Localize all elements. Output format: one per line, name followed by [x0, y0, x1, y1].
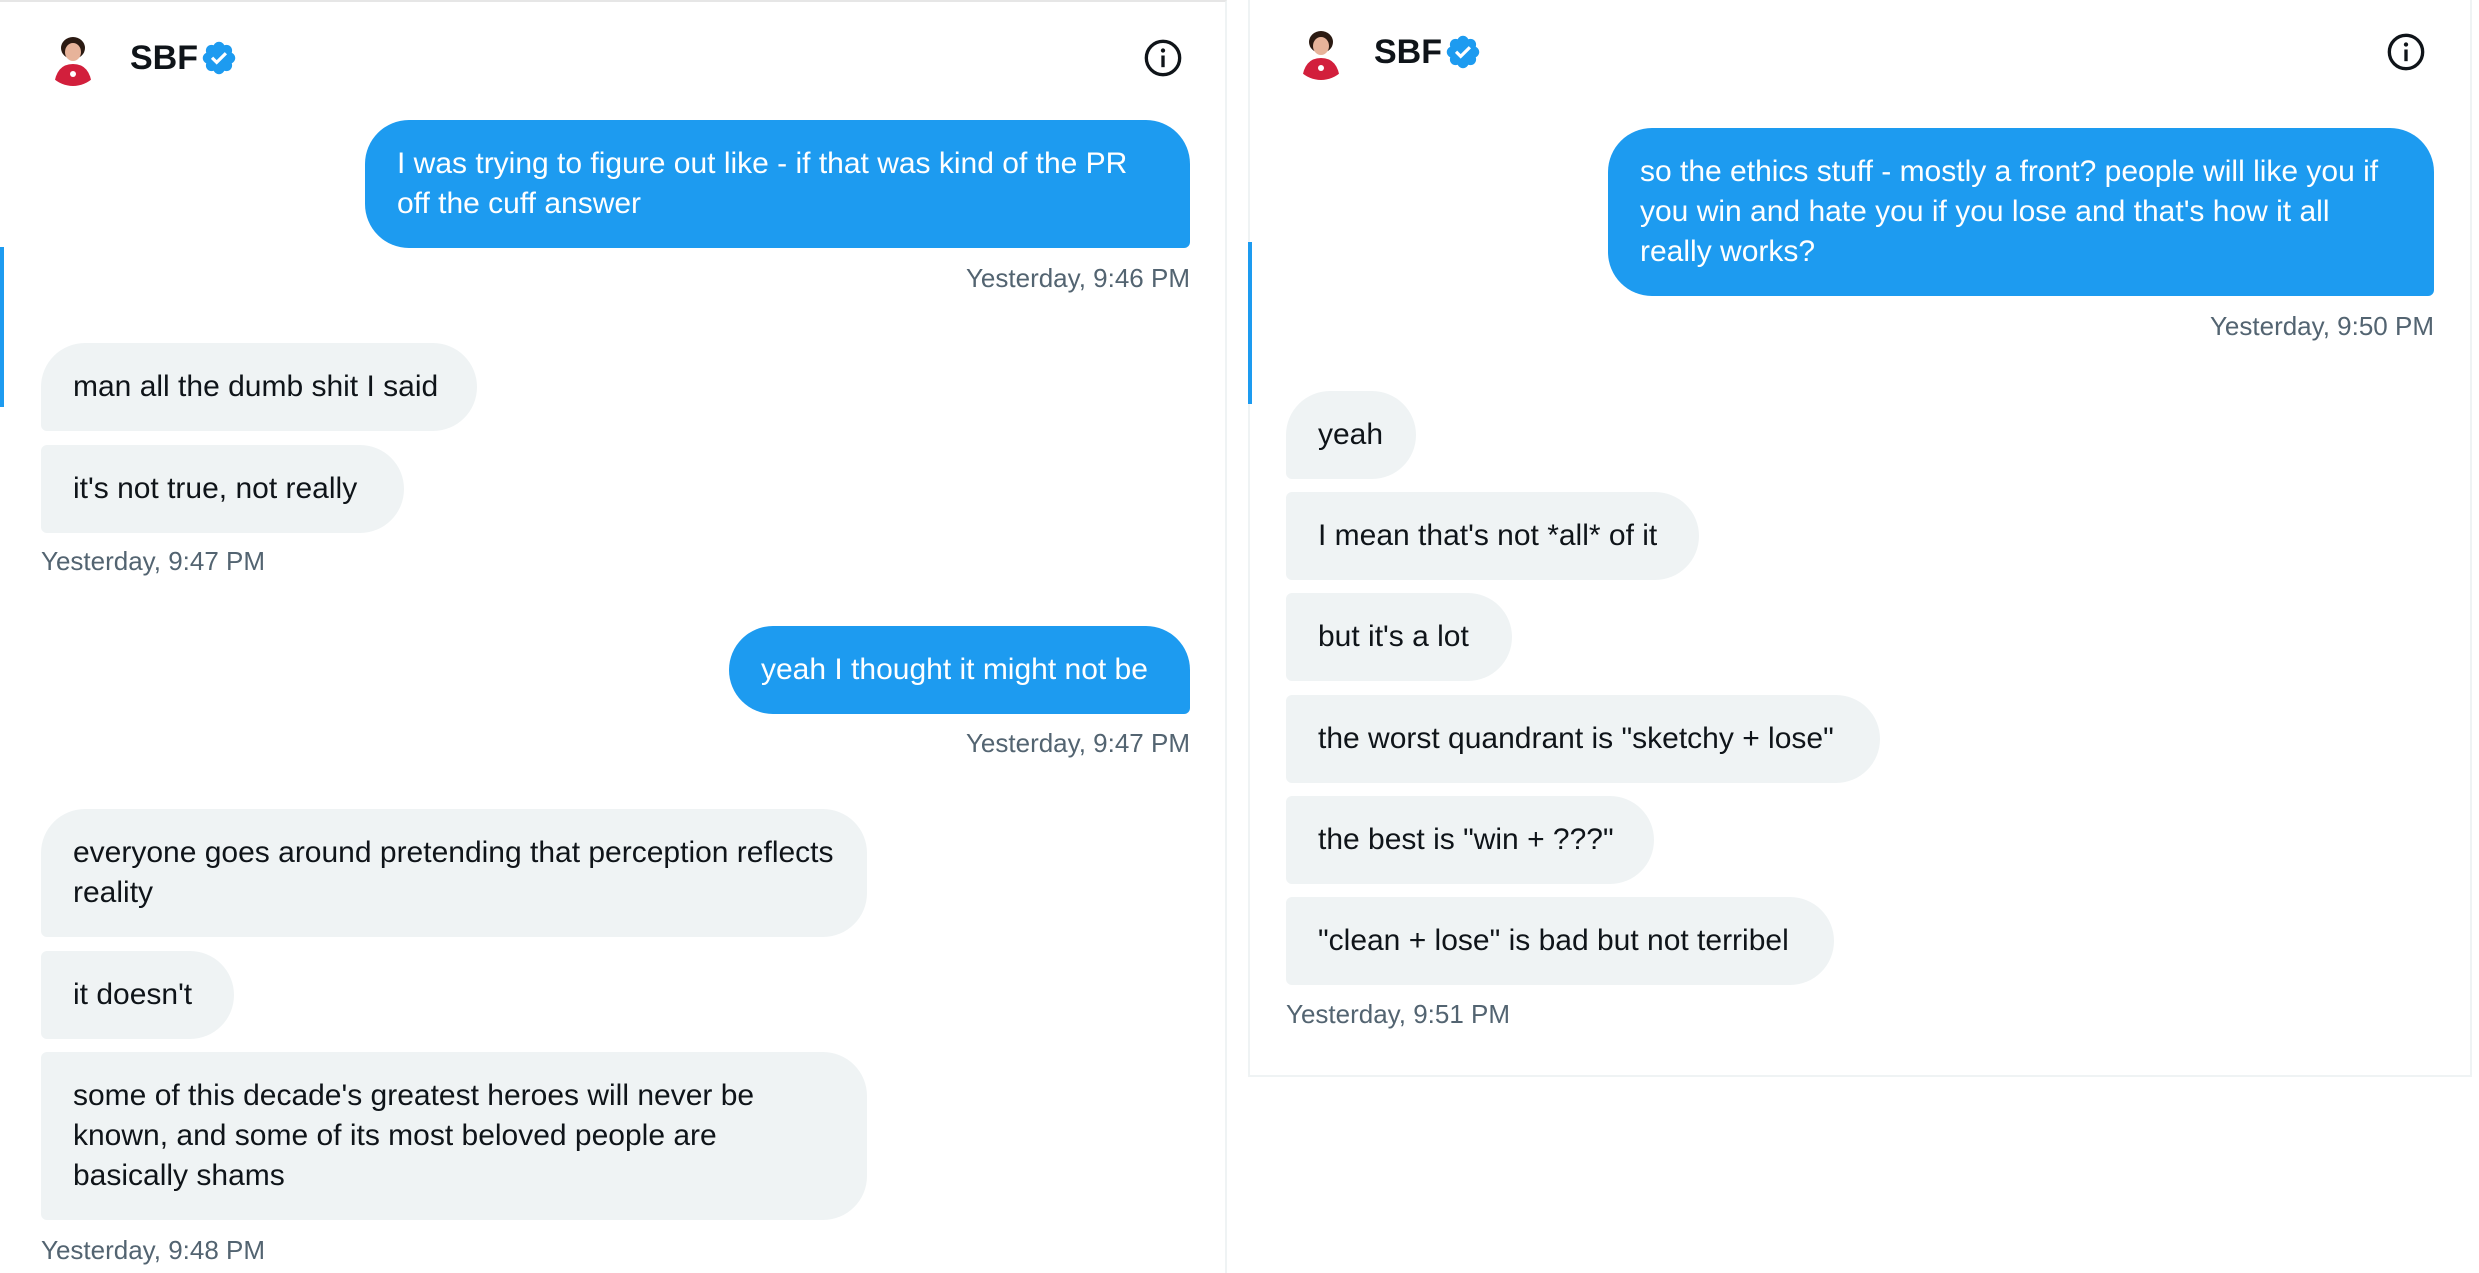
message-incoming[interactable]: yeah — [1286, 391, 1416, 479]
info-icon[interactable] — [2386, 32, 2426, 72]
message-incoming[interactable]: the best is "win + ???" — [1286, 796, 1654, 884]
message-timestamp: Yesterday, 9:50 PM — [2209, 311, 2434, 341]
message-incoming[interactable]: some of this decade's greatest heroes wi… — [41, 1052, 867, 1220]
message-outgoing[interactable]: I was trying to figure out like - if tha… — [365, 120, 1190, 248]
avatar[interactable] — [1292, 22, 1350, 80]
message-incoming[interactable]: the worst quandrant is "sketchy + lose" — [1286, 695, 1880, 783]
message-timestamp: Yesterday, 9:46 PM — [965, 263, 1190, 293]
scroll-indicator — [0, 247, 4, 407]
message-timestamp: Yesterday, 9:47 PM — [41, 546, 266, 576]
avatar-image — [1292, 22, 1350, 80]
message-timestamp: Yesterday, 9:48 PM — [41, 1235, 266, 1265]
message-timestamp: Yesterday, 9:47 PM — [965, 728, 1190, 758]
scroll-indicator — [1248, 242, 1252, 404]
message-incoming[interactable]: man all the dumb shit I said — [41, 343, 477, 431]
message-outgoing[interactable]: yeah I thought it might not be — [729, 626, 1190, 714]
info-icon[interactable] — [1143, 38, 1183, 78]
message-incoming[interactable]: but it's a lot — [1286, 593, 1512, 681]
verified-badge-icon — [202, 41, 236, 75]
message-incoming[interactable]: everyone goes around pretending that per… — [41, 809, 867, 937]
conversation-panel-right: SBF so the ethics stuff - mostly a front… — [1248, 0, 2472, 1077]
message-incoming[interactable]: "clean + lose" is bad but not terribel — [1286, 897, 1834, 985]
avatar[interactable] — [44, 28, 102, 86]
verified-badge-icon — [1446, 35, 1480, 69]
message-outgoing[interactable]: so the ethics stuff - mostly a front? pe… — [1608, 128, 2434, 296]
avatar-image — [44, 28, 102, 86]
message-incoming[interactable]: it doesn't — [41, 951, 234, 1039]
contact-name[interactable]: SBF — [1374, 32, 1442, 72]
contact-name[interactable]: SBF — [130, 38, 198, 78]
message-timestamp: Yesterday, 9:51 PM — [1286, 999, 1511, 1029]
conversation-panel-left: SBF I was trying to figure out like - if… — [0, 0, 1227, 1273]
message-incoming[interactable]: I mean that's not *all* of it — [1286, 492, 1699, 580]
message-incoming[interactable]: it's not true, not really — [41, 445, 404, 533]
